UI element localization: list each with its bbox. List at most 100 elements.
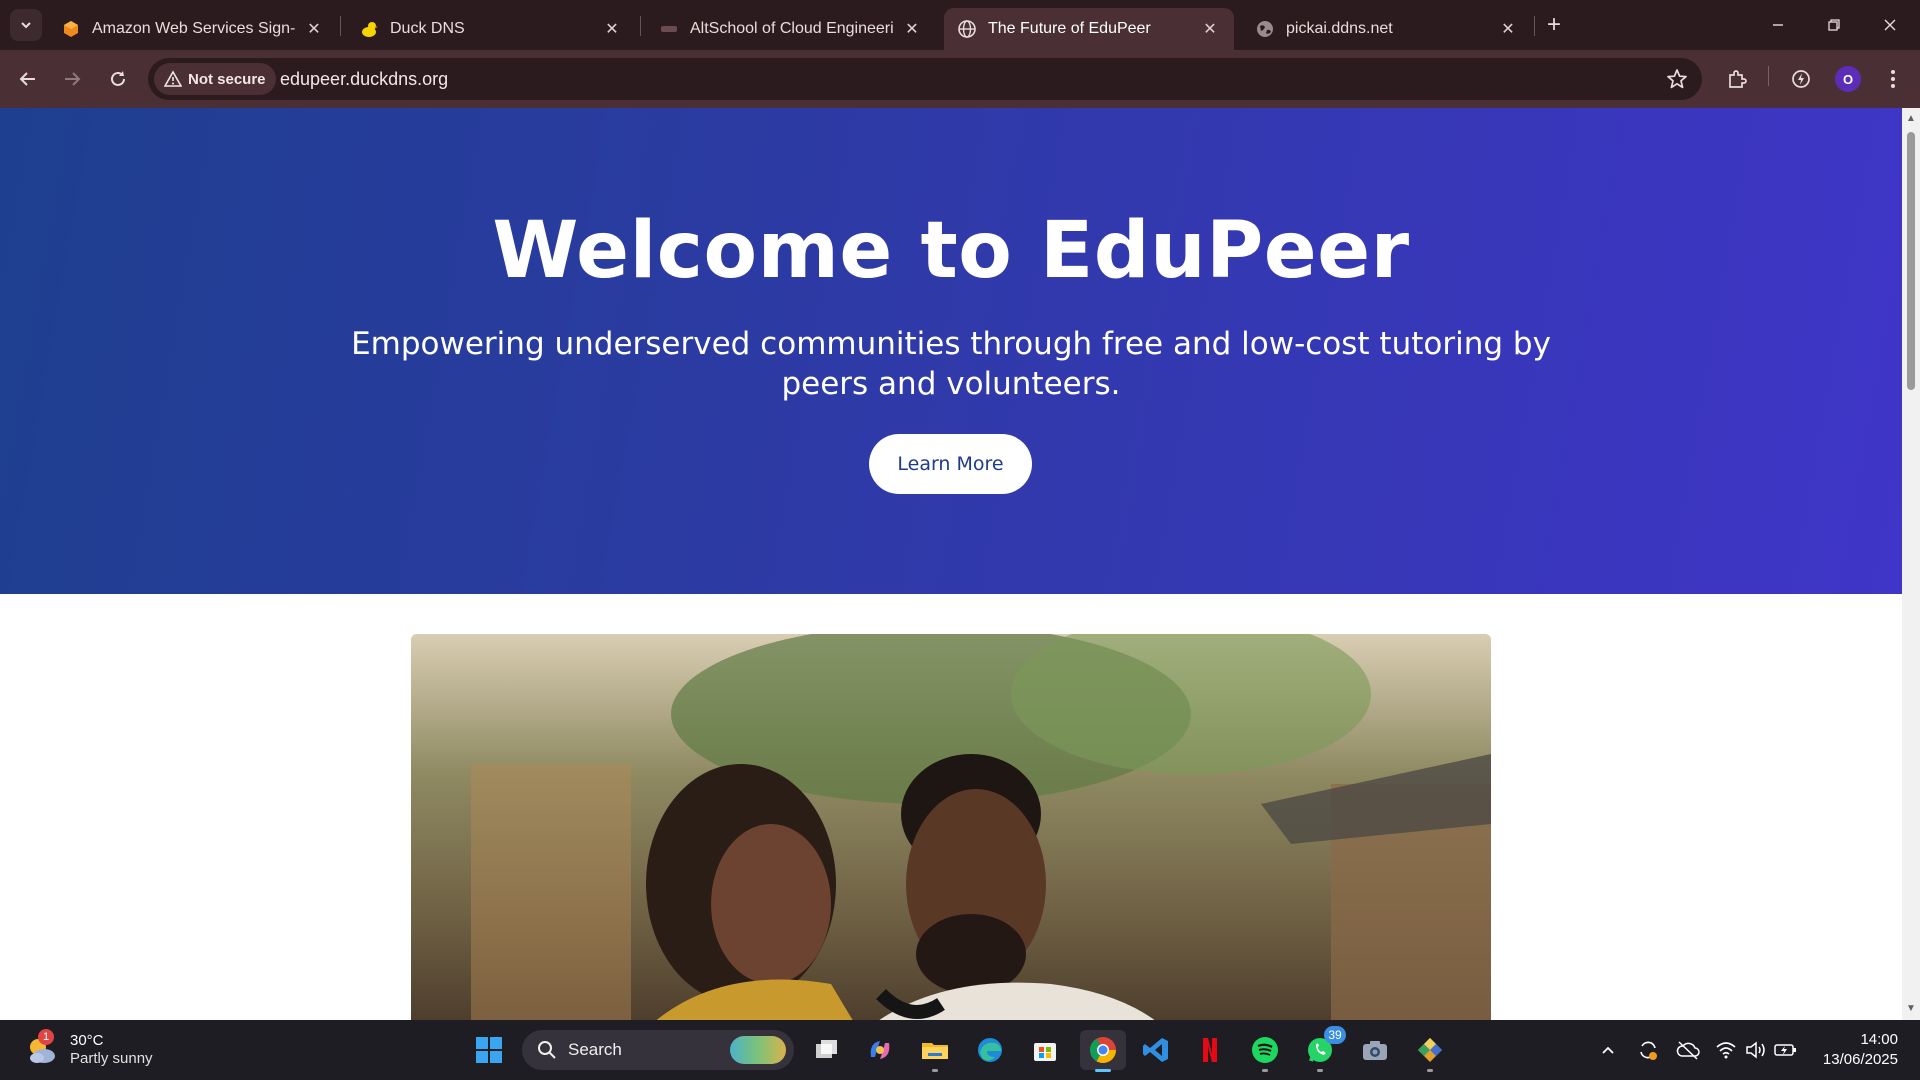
minimize-icon — [1773, 24, 1783, 26]
speed-icon — [1792, 70, 1810, 88]
arrow-right-icon — [65, 72, 81, 86]
page-viewport: Welcome to EduPeer Empowering underserve… — [0, 108, 1902, 1020]
tab-divider — [1534, 16, 1535, 36]
app-running-indicator — [1317, 1069, 1323, 1072]
close-icon[interactable]: ✕ — [1498, 19, 1518, 39]
taskbar-task-view[interactable] — [806, 1030, 846, 1070]
tab-search-button[interactable] — [10, 9, 42, 41]
cloud-offline-icon — [1676, 1041, 1700, 1060]
clock-time: 14:00 — [1860, 1031, 1898, 1048]
onedrive-tray-button[interactable] — [1676, 1038, 1700, 1062]
clock-date: 13/06/2025 — [1822, 1051, 1898, 1068]
show-hidden-icons-button[interactable] — [1596, 1038, 1620, 1062]
git-gem-icon — [1418, 1038, 1442, 1062]
bookmark-star-icon[interactable] — [1666, 68, 1688, 90]
taskbar-netflix[interactable] — [1190, 1030, 1230, 1070]
weather-temp: 30°C — [70, 1032, 104, 1049]
aws-cube-icon — [62, 20, 80, 38]
taskbar-store[interactable] — [1025, 1030, 1065, 1070]
taskbar-camera[interactable] — [1355, 1030, 1395, 1070]
tab-pickai[interactable]: pickai.ddns.net ✕ — [1242, 8, 1532, 50]
page-scrollbar[interactable]: ▲ ▼ — [1902, 108, 1920, 1020]
scroll-up-icon[interactable]: ▲ — [1906, 114, 1916, 124]
reload-button[interactable] — [102, 63, 134, 95]
speaker-icon — [1746, 1041, 1765, 1059]
forward-button[interactable] — [56, 63, 88, 95]
sync-tray-button[interactable] — [1636, 1038, 1660, 1062]
extensions-button[interactable] — [1724, 66, 1750, 92]
plus-icon: + — [1546, 11, 1561, 38]
vscode-icon — [1143, 1038, 1168, 1062]
taskbar-whatsapp[interactable]: 39 — [1300, 1026, 1346, 1072]
weather-description: Partly sunny — [70, 1050, 153, 1067]
edge-icon — [978, 1038, 1002, 1062]
scroll-thumb[interactable] — [1907, 132, 1915, 390]
close-icon[interactable]: ✕ — [1200, 19, 1220, 39]
altschool-icon — [660, 20, 678, 38]
weather-widget[interactable]: 1 30°C Partly sunny — [24, 1028, 153, 1072]
system-clock[interactable]: 14:00 13/06/2025 — [1823, 1030, 1898, 1070]
globe-icon — [958, 20, 976, 38]
taskbar-git-app[interactable] — [1410, 1030, 1450, 1072]
security-indicator[interactable]: Not secure — [154, 63, 276, 95]
search-icon — [536, 1039, 558, 1061]
learn-more-button[interactable]: Learn More — [869, 434, 1032, 494]
tab-altschool[interactable]: AltSchool of Cloud Engineering ✕ — [646, 8, 936, 50]
warning-icon — [164, 70, 182, 88]
back-button[interactable] — [12, 63, 44, 95]
search-label: Search — [568, 1040, 622, 1059]
taskbar-file-explorer[interactable] — [915, 1030, 955, 1072]
close-window-button[interactable] — [1870, 8, 1910, 42]
wifi-icon — [1716, 1042, 1736, 1059]
volume-tray-button[interactable] — [1744, 1038, 1768, 1062]
taskbar-spotify[interactable] — [1245, 1030, 1285, 1072]
tab-duckdns[interactable]: Duck DNS ✕ — [346, 8, 636, 50]
taskbar-vscode[interactable] — [1136, 1030, 1176, 1070]
minimize-button[interactable] — [1758, 8, 1798, 42]
partly-sunny-icon: 1 — [24, 1029, 58, 1067]
profile-avatar[interactable]: O — [1835, 66, 1861, 92]
more-vertical-icon — [1891, 70, 1895, 88]
restore-button[interactable] — [1814, 8, 1854, 42]
copilot-icon — [870, 1041, 890, 1059]
store-icon — [1034, 1043, 1056, 1061]
new-tab-button[interactable]: + — [1540, 12, 1568, 40]
url-text[interactable]: edupeer.duckdns.org — [280, 69, 448, 90]
taskbar-edge[interactable] — [970, 1030, 1010, 1070]
scroll-down-icon[interactable]: ▼ — [1906, 1004, 1916, 1014]
search-highlight-icon — [730, 1036, 786, 1064]
tab-title: pickai.ddns.net — [1286, 20, 1393, 37]
tab-strip: Amazon Web Services Sign-In ✕ Duck DNS ✕… — [0, 0, 1920, 50]
duck-icon — [360, 20, 378, 38]
taskbar-search[interactable]: Search — [522, 1030, 794, 1070]
tab-aws[interactable]: Amazon Web Services Sign-In ✕ — [48, 8, 338, 50]
menu-button[interactable] — [1880, 66, 1906, 92]
globe-icon — [1256, 20, 1274, 38]
toolbar-divider — [1768, 66, 1769, 86]
app-running-indicator — [1427, 1069, 1433, 1072]
sync-icon — [1640, 1041, 1657, 1060]
tab-title: AltSchool of Cloud Engineering — [690, 20, 894, 37]
tab-title: Duck DNS — [390, 20, 465, 37]
tab-title: The Future of EduPeer — [988, 20, 1151, 37]
tab-edupeer[interactable]: The Future of EduPeer ✕ — [944, 8, 1234, 50]
task-view-icon — [816, 1040, 837, 1058]
battery-charging-icon — [1774, 1044, 1796, 1056]
tab-divider — [340, 16, 341, 36]
network-tray-button[interactable] — [1714, 1038, 1738, 1062]
battery-tray-button[interactable] — [1774, 1038, 1798, 1062]
performance-button[interactable] — [1788, 66, 1814, 92]
taskbar-chrome[interactable] — [1080, 1030, 1126, 1072]
close-icon[interactable]: ✕ — [304, 19, 324, 39]
hero-title: Welcome to EduPeer — [492, 206, 1410, 296]
close-icon[interactable]: ✕ — [602, 19, 622, 39]
taskbar-copilot[interactable] — [860, 1030, 900, 1070]
hero-section: Welcome to EduPeer Empowering underserve… — [0, 108, 1902, 594]
hero-subtitle: Empowering underserved communities throu… — [351, 326, 1551, 402]
app-running-indicator — [1262, 1069, 1268, 1072]
windows-logo-icon — [476, 1037, 502, 1063]
start-button[interactable] — [469, 1030, 509, 1070]
close-icon[interactable]: ✕ — [902, 19, 922, 39]
app-active-indicator — [1095, 1069, 1111, 1072]
address-bar[interactable]: Not secure edupeer.duckdns.org — [148, 58, 1702, 100]
